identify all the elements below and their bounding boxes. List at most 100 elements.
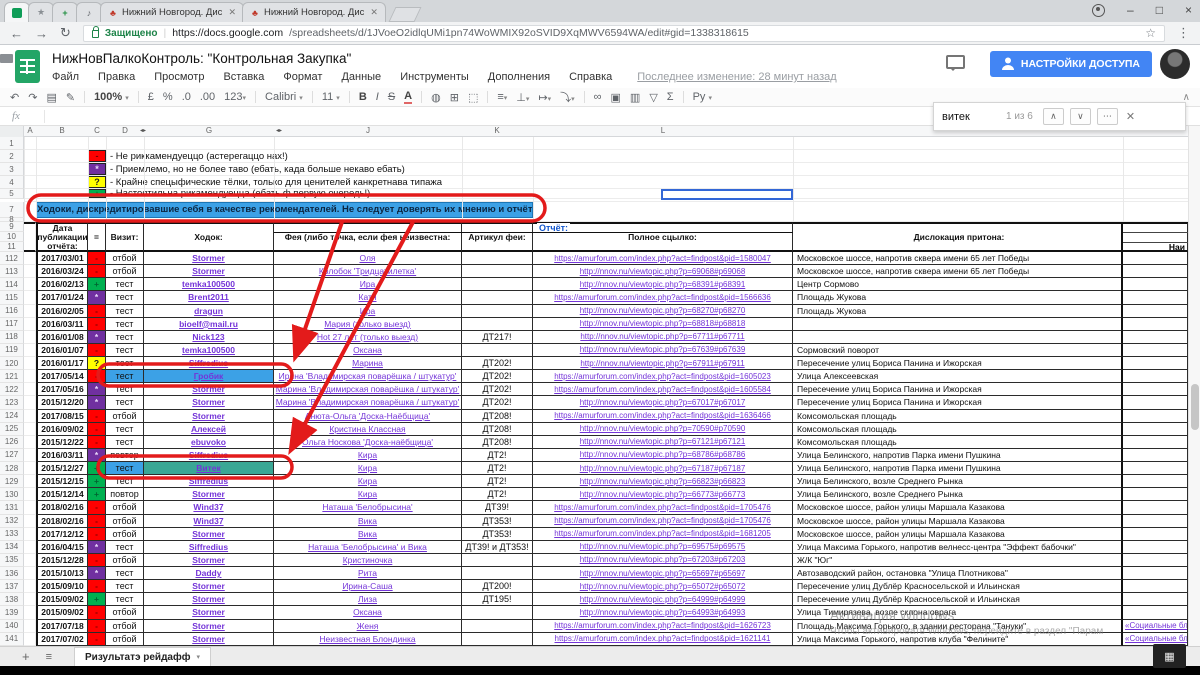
cell-location[interactable]: Улица Белинского, возле Среднего Рынка xyxy=(793,475,1123,488)
cell-a[interactable] xyxy=(24,423,36,436)
cell-feya-link[interactable]: Марина 'Владимирская поварёшка / штукату… xyxy=(274,383,462,396)
cell-report-url-link[interactable]: http://nnov.nu/viewtopic.php?p=67017#p67… xyxy=(533,396,793,409)
borders-icon[interactable]: ⊞ xyxy=(450,91,459,104)
cell-feya-link[interactable]: Кира xyxy=(274,462,462,475)
cell-extra-link[interactable] xyxy=(1123,501,1188,514)
cell-location[interactable]: Сормовский поворот xyxy=(793,344,1123,357)
cell-report-url-link[interactable]: https://amurforum.com/index.php?act=find… xyxy=(533,410,793,423)
cell-article[interactable]: ДТ200! xyxy=(462,580,533,593)
cell-feya-link[interactable]: Ирина 'Владимирская поварёшка / штукатур… xyxy=(274,370,462,383)
browser-tab[interactable]: ★ xyxy=(28,2,54,22)
cell-a[interactable] xyxy=(24,291,36,304)
cell-date[interactable]: 2017/05/16 xyxy=(36,383,88,396)
cell-mark[interactable]: + xyxy=(88,488,106,501)
menu-Формат[interactable]: Формат xyxy=(283,71,322,83)
cell-article[interactable]: ДТ208! xyxy=(462,410,533,423)
cell-location[interactable]: Улица Белинского, напротив Парка имени П… xyxy=(793,462,1123,475)
cell-location[interactable]: Улица Алексеевская xyxy=(793,370,1123,383)
select-all-corner[interactable] xyxy=(0,126,24,137)
document-title[interactable]: НижНовПалкоКонтроль: "Контрольная Закупк… xyxy=(52,51,351,66)
cell-hodok-link[interactable]: Siffredius xyxy=(144,449,274,462)
cell-date[interactable]: 2018/02/16 xyxy=(36,515,88,528)
row-number[interactable]: 9 xyxy=(0,222,24,232)
cell-feya-link[interactable]: Неизвестная Блондинка xyxy=(274,633,462,646)
legend-swatch-red[interactable]: - xyxy=(88,150,106,162)
row-number[interactable]: 135 xyxy=(0,554,24,567)
cell-hodok-link[interactable]: temka100500 xyxy=(144,278,274,291)
tab-close-icon[interactable]: ✕ xyxy=(228,7,236,18)
legend-swatch-yellow[interactable]: ? xyxy=(88,176,106,188)
cell-location[interactable]: Комсомольская площадь xyxy=(793,410,1123,423)
fill-color-icon[interactable]: ◍ xyxy=(431,91,441,104)
cell-a[interactable] xyxy=(24,541,36,554)
cell-extra-link[interactable] xyxy=(1123,383,1188,396)
cell-visit[interactable]: отбой xyxy=(106,252,144,265)
cell-feya-link[interactable]: Кира xyxy=(274,488,462,501)
cell-report-url-link[interactable]: http://nnov.nu/viewtopic.php?p=68391#p68… xyxy=(533,278,793,291)
cell-location[interactable] xyxy=(793,318,1123,331)
column-letter-K[interactable]: K xyxy=(494,126,499,135)
cell-extra-link[interactable] xyxy=(1123,515,1188,528)
cell-extra-link[interactable] xyxy=(1123,488,1188,501)
cell-date[interactable]: 2015/09/02 xyxy=(36,593,88,606)
cell-article[interactable]: ДТ208! xyxy=(462,436,533,449)
italic-icon[interactable]: I xyxy=(376,91,379,103)
cell-hodok-link[interactable]: Stormer xyxy=(144,580,274,593)
cell-visit[interactable]: тест xyxy=(106,423,144,436)
cell-visit[interactable]: тест xyxy=(106,436,144,449)
cell-extra-link[interactable] xyxy=(1123,423,1188,436)
add-sheet-icon[interactable]: + xyxy=(22,649,30,664)
cell-a[interactable] xyxy=(24,488,36,501)
cell-article[interactable]: ДТ39! xyxy=(462,501,533,514)
bold-icon[interactable]: B xyxy=(359,91,367,103)
cell-mark[interactable]: - xyxy=(88,528,106,541)
cell-visit[interactable]: тест xyxy=(106,475,144,488)
cell-date[interactable]: 2016/01/08 xyxy=(36,331,88,344)
cell-date[interactable]: 2018/02/16 xyxy=(36,501,88,514)
menu-Файл[interactable]: Файл xyxy=(52,71,79,83)
cell-extra-link[interactable] xyxy=(1123,449,1188,462)
cell-visit[interactable]: тест xyxy=(106,580,144,593)
cell-date[interactable]: 2016/03/24 xyxy=(36,265,88,278)
cell-extra-link[interactable] xyxy=(1123,370,1188,383)
cell-mark[interactable]: - xyxy=(88,423,106,436)
row-number[interactable]: 127 xyxy=(0,449,24,462)
cell-feya-link[interactable]: Лиза xyxy=(274,593,462,606)
cell-extra-link[interactable] xyxy=(1123,357,1188,370)
cell-mark[interactable]: * xyxy=(88,331,106,344)
cell-date[interactable]: 2015/12/27 xyxy=(36,462,88,475)
cell-extra-link[interactable] xyxy=(1123,462,1188,475)
cell-article[interactable] xyxy=(462,606,533,619)
cell-a[interactable] xyxy=(24,305,36,318)
cell-date[interactable]: 2017/03/01 xyxy=(36,252,88,265)
cell-feya-link[interactable]: Вика xyxy=(274,515,462,528)
cell-date[interactable]: 2015/12/20 xyxy=(36,396,88,409)
column-letter-D[interactable]: D xyxy=(122,126,128,135)
share-button[interactable]: НАСТРОЙКИ ДОСТУПА xyxy=(990,51,1152,77)
cell-a[interactable] xyxy=(24,633,36,646)
cell-extra-link[interactable] xyxy=(1123,318,1188,331)
cell-location[interactable]: Улица Максима Горького, напротив велнесс… xyxy=(793,541,1123,554)
cell-feya-link[interactable]: Оля xyxy=(274,252,462,265)
cell-article[interactable] xyxy=(462,620,533,633)
cell-article[interactable]: ДТ202! xyxy=(462,396,533,409)
cell-mark[interactable]: - xyxy=(88,515,106,528)
row-number[interactable]: 113 xyxy=(0,265,24,278)
cell-location[interactable] xyxy=(793,331,1123,344)
cell-hodok-link[interactable]: Stormer xyxy=(144,383,274,396)
cell-extra-link[interactable] xyxy=(1123,554,1188,567)
scrollbar-thumb[interactable] xyxy=(1191,384,1199,430)
cell-article[interactable]: ДТ202! xyxy=(462,357,533,370)
row-number[interactable]: 138 xyxy=(0,593,24,606)
cell-mark[interactable]: + xyxy=(88,593,106,606)
cell-report-url-link[interactable]: https://amurforum.com/index.php?act=find… xyxy=(533,501,793,514)
cell-a[interactable] xyxy=(24,606,36,619)
cell-hodok-link[interactable]: Stormer xyxy=(144,593,274,606)
text-rotate-icon[interactable]: ⤵▾ xyxy=(560,89,575,105)
insert-chart-icon[interactable]: ▥ xyxy=(630,91,640,104)
cell-mark[interactable]: * xyxy=(88,541,106,554)
hidden-columns-icon[interactable]: ◂▸ xyxy=(140,127,146,134)
cell-date[interactable]: 2017/07/02 xyxy=(36,633,88,646)
cell-hodok-link[interactable]: Stormer xyxy=(144,488,274,501)
cell-report-url-link[interactable]: http://nnov.nu/viewtopic.php?p=69068#p69… xyxy=(533,265,793,278)
